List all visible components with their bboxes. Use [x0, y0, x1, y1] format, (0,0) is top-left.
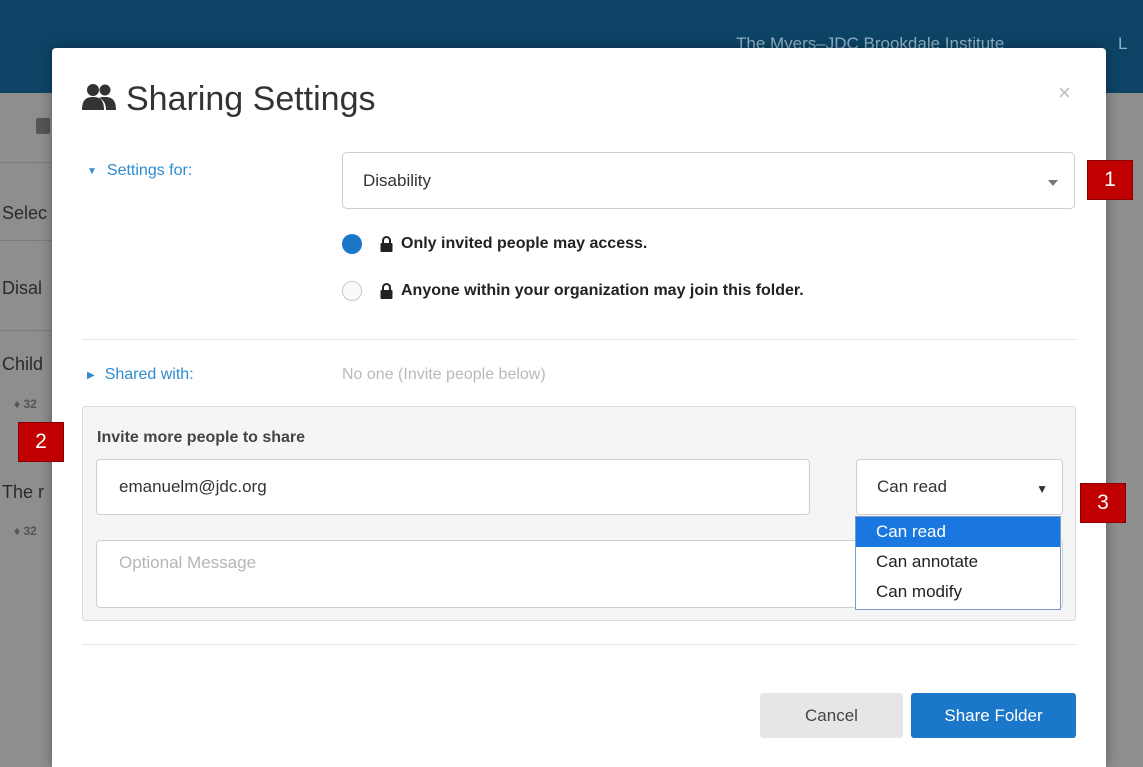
settings-for-label: Settings for:	[106, 162, 193, 179]
header-extra-text: L	[1118, 34, 1128, 53]
permission-option-can-read[interactable]: Can read	[856, 517, 1060, 547]
list-divider	[0, 240, 52, 241]
triangle-down-icon: ▼	[1036, 482, 1048, 496]
divider	[82, 339, 1076, 340]
list-divider	[0, 162, 52, 163]
callout-2: 2	[18, 422, 64, 462]
list-item: Disal	[2, 278, 43, 298]
permission-select-value: Can read	[877, 477, 947, 496]
access-option-invited[interactable]: Only invited people may access.	[342, 234, 647, 254]
list-item: The r	[2, 482, 45, 502]
radio-invited-only[interactable]	[342, 234, 362, 254]
folder-select[interactable]: Disability	[342, 152, 1075, 209]
lock-icon	[380, 283, 393, 299]
shared-with-value: No one (Invite people below)	[342, 366, 546, 383]
close-button[interactable]: ×	[1058, 80, 1071, 106]
callout-3: 3	[1080, 483, 1126, 523]
tag-count: ♦ 32	[14, 524, 37, 538]
access-option-label: Only invited people may access.	[401, 235, 648, 252]
invite-title: Invite more people to share	[97, 429, 306, 446]
list-item: Selec	[2, 203, 48, 223]
access-option-organization[interactable]: Anyone within your organization may join…	[342, 281, 804, 301]
users-icon	[82, 82, 116, 117]
divider	[82, 644, 1076, 645]
triangle-right-icon: ▶	[87, 369, 95, 381]
permission-option-can-modify[interactable]: Can modify	[856, 577, 1060, 607]
permission-dropdown-list: Can read Can annotate Can modify	[855, 516, 1061, 610]
triangle-down-icon: ▼	[87, 165, 97, 177]
toolbar-icon	[36, 118, 50, 134]
list-item: Child	[2, 354, 44, 374]
chevron-down-icon	[1048, 180, 1058, 186]
list-divider	[0, 330, 52, 331]
share-folder-button[interactable]: Share Folder	[911, 693, 1076, 738]
folder-select-value: Disability	[363, 170, 432, 190]
permission-select[interactable]: Can read ▼	[856, 459, 1063, 515]
email-input[interactable]	[96, 459, 810, 515]
permission-option-can-annotate[interactable]: Can annotate	[856, 547, 1060, 577]
settings-for-toggle[interactable]: ▼ Settings for:	[87, 162, 192, 180]
dialog-title: Sharing Settings	[82, 80, 376, 119]
shared-with-label: Shared with:	[104, 366, 194, 383]
callout-1: 1	[1087, 160, 1133, 200]
shared-with-toggle[interactable]: ▶ Shared with:	[87, 366, 194, 384]
page-title: Sharing Settings	[126, 80, 376, 118]
tag-count: ♦ 32	[14, 397, 37, 411]
lock-icon	[380, 236, 393, 252]
cancel-button[interactable]: Cancel	[760, 693, 903, 738]
radio-organization[interactable]	[342, 281, 362, 301]
sharing-settings-dialog: Sharing Settings × ▼ Settings for: Disab…	[52, 48, 1106, 767]
access-option-label: Anyone within your organization may join…	[401, 282, 804, 299]
